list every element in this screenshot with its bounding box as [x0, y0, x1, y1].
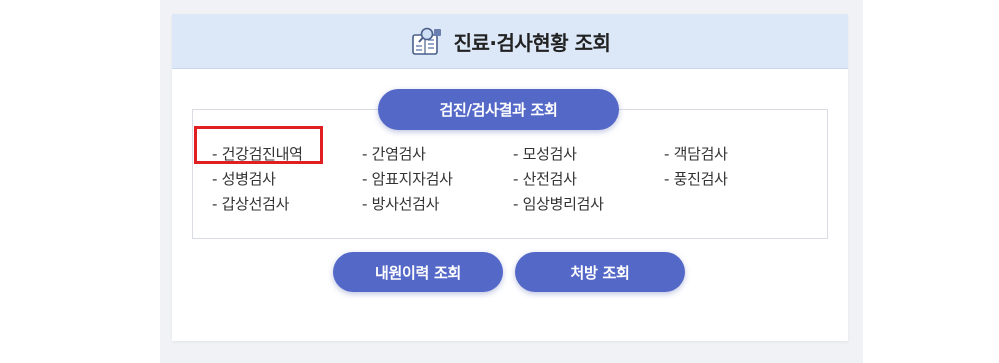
exam-item-maternal-test[interactable]: - 모성검사: [513, 145, 577, 163]
exam-item-std-test[interactable]: - 성병검사: [212, 170, 276, 188]
card-header: 진료·검사현황 조회: [172, 14, 848, 69]
exam-item-prenatal-test[interactable]: - 산전검사: [513, 170, 577, 188]
header-inner: 진료·검사현황 조회: [172, 14, 848, 68]
exam-item-radiology-test[interactable]: - 방사선검사: [362, 195, 439, 213]
exam-item-tumor-marker-test[interactable]: - 암표지자검사: [362, 170, 453, 188]
prescription-lookup-button[interactable]: 처방 조회: [515, 252, 685, 292]
exam-item-hepatitis-test[interactable]: - 간염검사: [362, 145, 426, 163]
lookup-card: 진료·검사현황 조회 - 건강검진내역 - 성병검사 - 갑상선검사 - 간염검…: [172, 14, 848, 341]
page-title: 진료·검사현황 조회: [453, 30, 611, 55]
visit-history-lookup-button[interactable]: 내원이력 조회: [333, 252, 503, 292]
exam-item-clinical-pathology-test[interactable]: - 임상병리검사: [513, 195, 604, 213]
exam-results-lookup-button[interactable]: 검진/검사결과 조회: [378, 89, 619, 130]
exam-item-rubella-test[interactable]: - 풍진검사: [664, 170, 728, 188]
medical-record-search-icon: [411, 27, 441, 55]
exam-item-thyroid-test[interactable]: - 갑상선검사: [212, 195, 289, 213]
exam-item-sputum-test[interactable]: - 객담검사: [664, 145, 728, 163]
exam-item-health-checkup[interactable]: - 건강검진내역: [212, 145, 303, 163]
